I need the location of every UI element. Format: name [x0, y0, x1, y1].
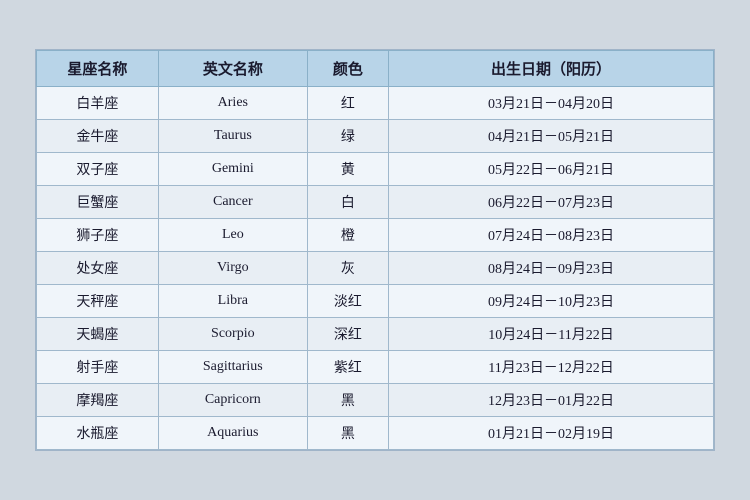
- table-row: 天秤座Libra淡红09月24日－10月23日: [37, 285, 714, 318]
- cell-chinese: 狮子座: [37, 219, 159, 252]
- cell-english: Libra: [158, 285, 307, 318]
- table-header-row: 星座名称 英文名称 颜色 出生日期（阳历）: [37, 51, 714, 87]
- cell-english: Leo: [158, 219, 307, 252]
- cell-english: Capricorn: [158, 384, 307, 417]
- cell-english: Sagittarius: [158, 351, 307, 384]
- cell-english: Scorpio: [158, 318, 307, 351]
- cell-date: 03月21日－04月20日: [389, 87, 714, 120]
- table-row: 金牛座Taurus绿04月21日－05月21日: [37, 120, 714, 153]
- cell-chinese: 金牛座: [37, 120, 159, 153]
- cell-color: 黄: [307, 153, 388, 186]
- table-row: 白羊座Aries红03月21日－04月20日: [37, 87, 714, 120]
- cell-color: 白: [307, 186, 388, 219]
- cell-date: 01月21日－02月19日: [389, 417, 714, 450]
- header-color: 颜色: [307, 51, 388, 87]
- cell-color: 橙: [307, 219, 388, 252]
- cell-color: 紫红: [307, 351, 388, 384]
- cell-english: Aries: [158, 87, 307, 120]
- header-date: 出生日期（阳历）: [389, 51, 714, 87]
- cell-date: 12月23日－01月22日: [389, 384, 714, 417]
- cell-color: 深红: [307, 318, 388, 351]
- cell-color: 淡红: [307, 285, 388, 318]
- cell-chinese: 射手座: [37, 351, 159, 384]
- cell-english: Cancer: [158, 186, 307, 219]
- cell-chinese: 摩羯座: [37, 384, 159, 417]
- table-row: 天蝎座Scorpio深红10月24日－11月22日: [37, 318, 714, 351]
- cell-chinese: 白羊座: [37, 87, 159, 120]
- header-chinese: 星座名称: [37, 51, 159, 87]
- cell-date: 09月24日－10月23日: [389, 285, 714, 318]
- table-row: 摩羯座Capricorn黑12月23日－01月22日: [37, 384, 714, 417]
- cell-color: 红: [307, 87, 388, 120]
- cell-date: 11月23日－12月22日: [389, 351, 714, 384]
- cell-english: Aquarius: [158, 417, 307, 450]
- cell-color: 绿: [307, 120, 388, 153]
- cell-chinese: 双子座: [37, 153, 159, 186]
- cell-date: 04月21日－05月21日: [389, 120, 714, 153]
- cell-date: 07月24日－08月23日: [389, 219, 714, 252]
- cell-date: 05月22日－06月21日: [389, 153, 714, 186]
- cell-date: 06月22日－07月23日: [389, 186, 714, 219]
- cell-english: Taurus: [158, 120, 307, 153]
- cell-chinese: 处女座: [37, 252, 159, 285]
- table-row: 双子座Gemini黄05月22日－06月21日: [37, 153, 714, 186]
- cell-chinese: 巨蟹座: [37, 186, 159, 219]
- table-row: 处女座Virgo灰08月24日－09月23日: [37, 252, 714, 285]
- cell-chinese: 天蝎座: [37, 318, 159, 351]
- table-row: 射手座Sagittarius紫红11月23日－12月22日: [37, 351, 714, 384]
- cell-english: Gemini: [158, 153, 307, 186]
- cell-date: 10月24日－11月22日: [389, 318, 714, 351]
- cell-color: 黑: [307, 417, 388, 450]
- cell-chinese: 水瓶座: [37, 417, 159, 450]
- header-english: 英文名称: [158, 51, 307, 87]
- cell-color: 黑: [307, 384, 388, 417]
- cell-color: 灰: [307, 252, 388, 285]
- table-row: 巨蟹座Cancer白06月22日－07月23日: [37, 186, 714, 219]
- table-row: 水瓶座Aquarius黑01月21日－02月19日: [37, 417, 714, 450]
- table-body: 白羊座Aries红03月21日－04月20日金牛座Taurus绿04月21日－0…: [37, 87, 714, 450]
- table-row: 狮子座Leo橙07月24日－08月23日: [37, 219, 714, 252]
- cell-date: 08月24日－09月23日: [389, 252, 714, 285]
- zodiac-table-container: 星座名称 英文名称 颜色 出生日期（阳历） 白羊座Aries红03月21日－04…: [35, 49, 715, 451]
- cell-english: Virgo: [158, 252, 307, 285]
- cell-chinese: 天秤座: [37, 285, 159, 318]
- zodiac-table: 星座名称 英文名称 颜色 出生日期（阳历） 白羊座Aries红03月21日－04…: [36, 50, 714, 450]
